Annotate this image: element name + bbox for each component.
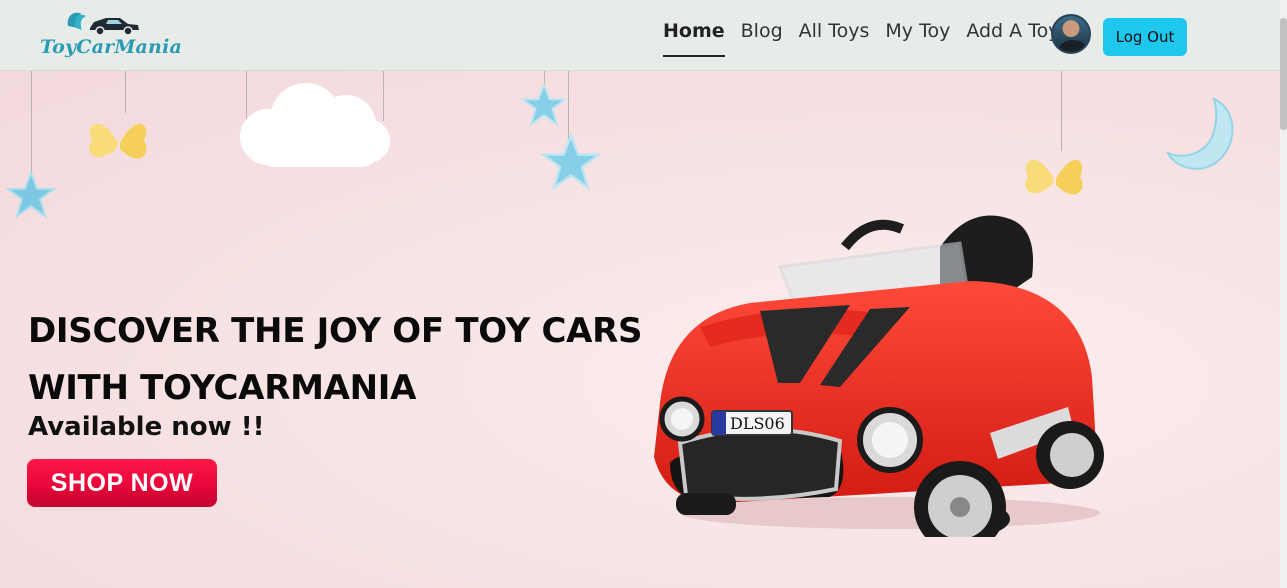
cloud-icon: [240, 83, 390, 167]
nav-home[interactable]: Home: [663, 17, 725, 57]
butterfly-icon: [1025, 159, 1083, 195]
star-icon: [521, 83, 567, 127]
hanging-string: [568, 71, 569, 139]
site-logo[interactable]: ToyCarMania: [40, 6, 183, 64]
car-logo-icon: [67, 12, 139, 36]
star-icon: [541, 133, 601, 191]
hero-banner: DISCOVER THE JOY OF TOY CARS WITH TOYCAR…: [0, 71, 1280, 588]
hero-title-line2: WITH TOYCARMANIA: [28, 368, 417, 408]
nav-blog[interactable]: Blog: [741, 17, 783, 57]
shop-now-button[interactable]: SHOP NOW: [27, 459, 217, 507]
nav-all-toys[interactable]: All Toys: [799, 17, 870, 57]
logout-button[interactable]: Log Out: [1103, 18, 1187, 56]
hanging-string: [125, 71, 126, 113]
hero-subtitle: Available now !!: [28, 412, 265, 442]
wheel-front-left: [676, 493, 736, 515]
license-plate-text: DLS06: [730, 414, 785, 433]
hanging-string: [31, 71, 32, 179]
hanging-string: [1061, 71, 1062, 151]
page-scrollbar[interactable]: [1280, 0, 1287, 588]
top-navbar: ToyCarMania Home Blog All Toys My Toy Ad…: [0, 0, 1280, 71]
brand-name: ToyCarMania: [40, 36, 183, 58]
moon-icon: [1166, 97, 1234, 170]
nav-links: Home Blog All Toys My Toy Add A Toy: [663, 17, 1075, 57]
star-icon: [6, 171, 56, 219]
user-avatar[interactable]: [1051, 14, 1091, 54]
nav-add-a-toy[interactable]: Add A Toy: [966, 17, 1059, 57]
scrollbar-thumb[interactable]: [1280, 18, 1287, 130]
red-toy-car-image: DLS06: [654, 215, 1104, 537]
butterfly-icon: [89, 123, 147, 159]
nav-my-toy[interactable]: My Toy: [885, 17, 950, 57]
hero-title-line1: DISCOVER THE JOY OF TOY CARS: [28, 311, 643, 351]
hero-title: DISCOVER THE JOY OF TOY CARS WITH TOYCAR…: [28, 303, 643, 417]
wheel-rear: [1036, 421, 1104, 489]
